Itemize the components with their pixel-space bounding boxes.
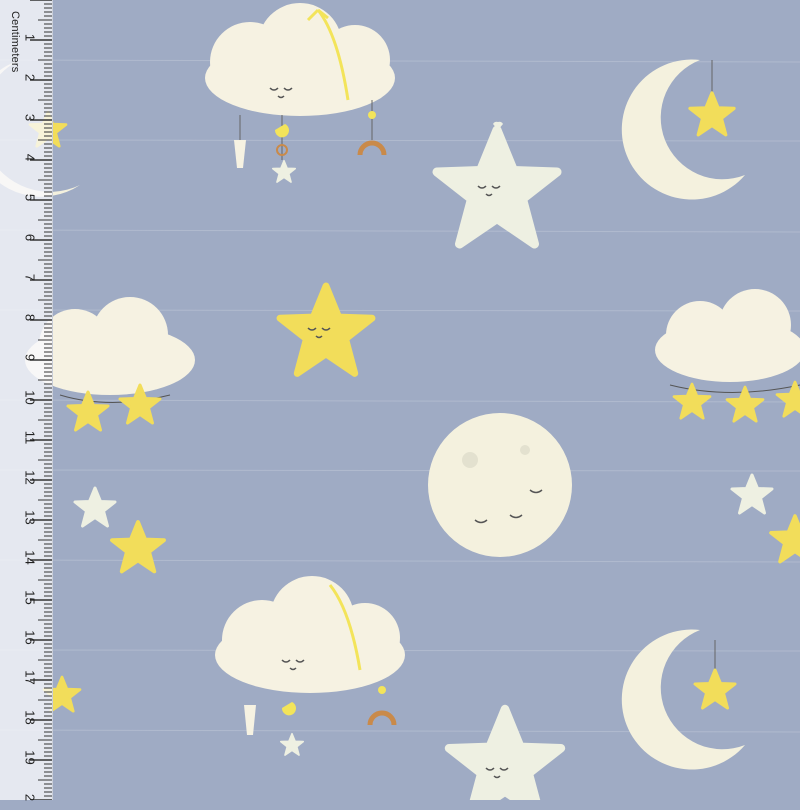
ruler-number: 5 [22,193,38,202]
ruler-number: 8 [22,313,38,322]
ruler: Centimeters 1 2 3 4 5 6 7 8 9 10 11 12 13 14 15 16 17 18 1… [0,0,53,801]
ruler-number: 6 [22,233,38,242]
ruler-number: 3 [22,113,38,122]
ruler-number: 12 [22,470,38,485]
ruler-number: 13 [22,510,38,525]
ruler-number: 16 [22,630,38,645]
ruler-number: 1 [22,33,38,42]
ruler-number: 11 [22,430,38,445]
ruler-number: 7 [22,273,38,282]
ruler-number: 17 [22,670,38,685]
ruler-number: 15 [22,590,38,605]
full-moon-icon [428,413,572,557]
ruler-number: 9 [22,353,38,362]
ruler-number: 2 [22,73,38,82]
ruler-number: 4 [22,153,38,162]
ruler-number: 14 [22,550,38,565]
ruler-number: 18 [22,710,38,725]
ruler-number: 19 [22,750,38,765]
ruler-number: 2 [22,793,38,802]
ruler-label: Centimeters [9,11,21,73]
ruler-number: 10 [22,390,38,405]
fabric-pattern [0,0,800,800]
